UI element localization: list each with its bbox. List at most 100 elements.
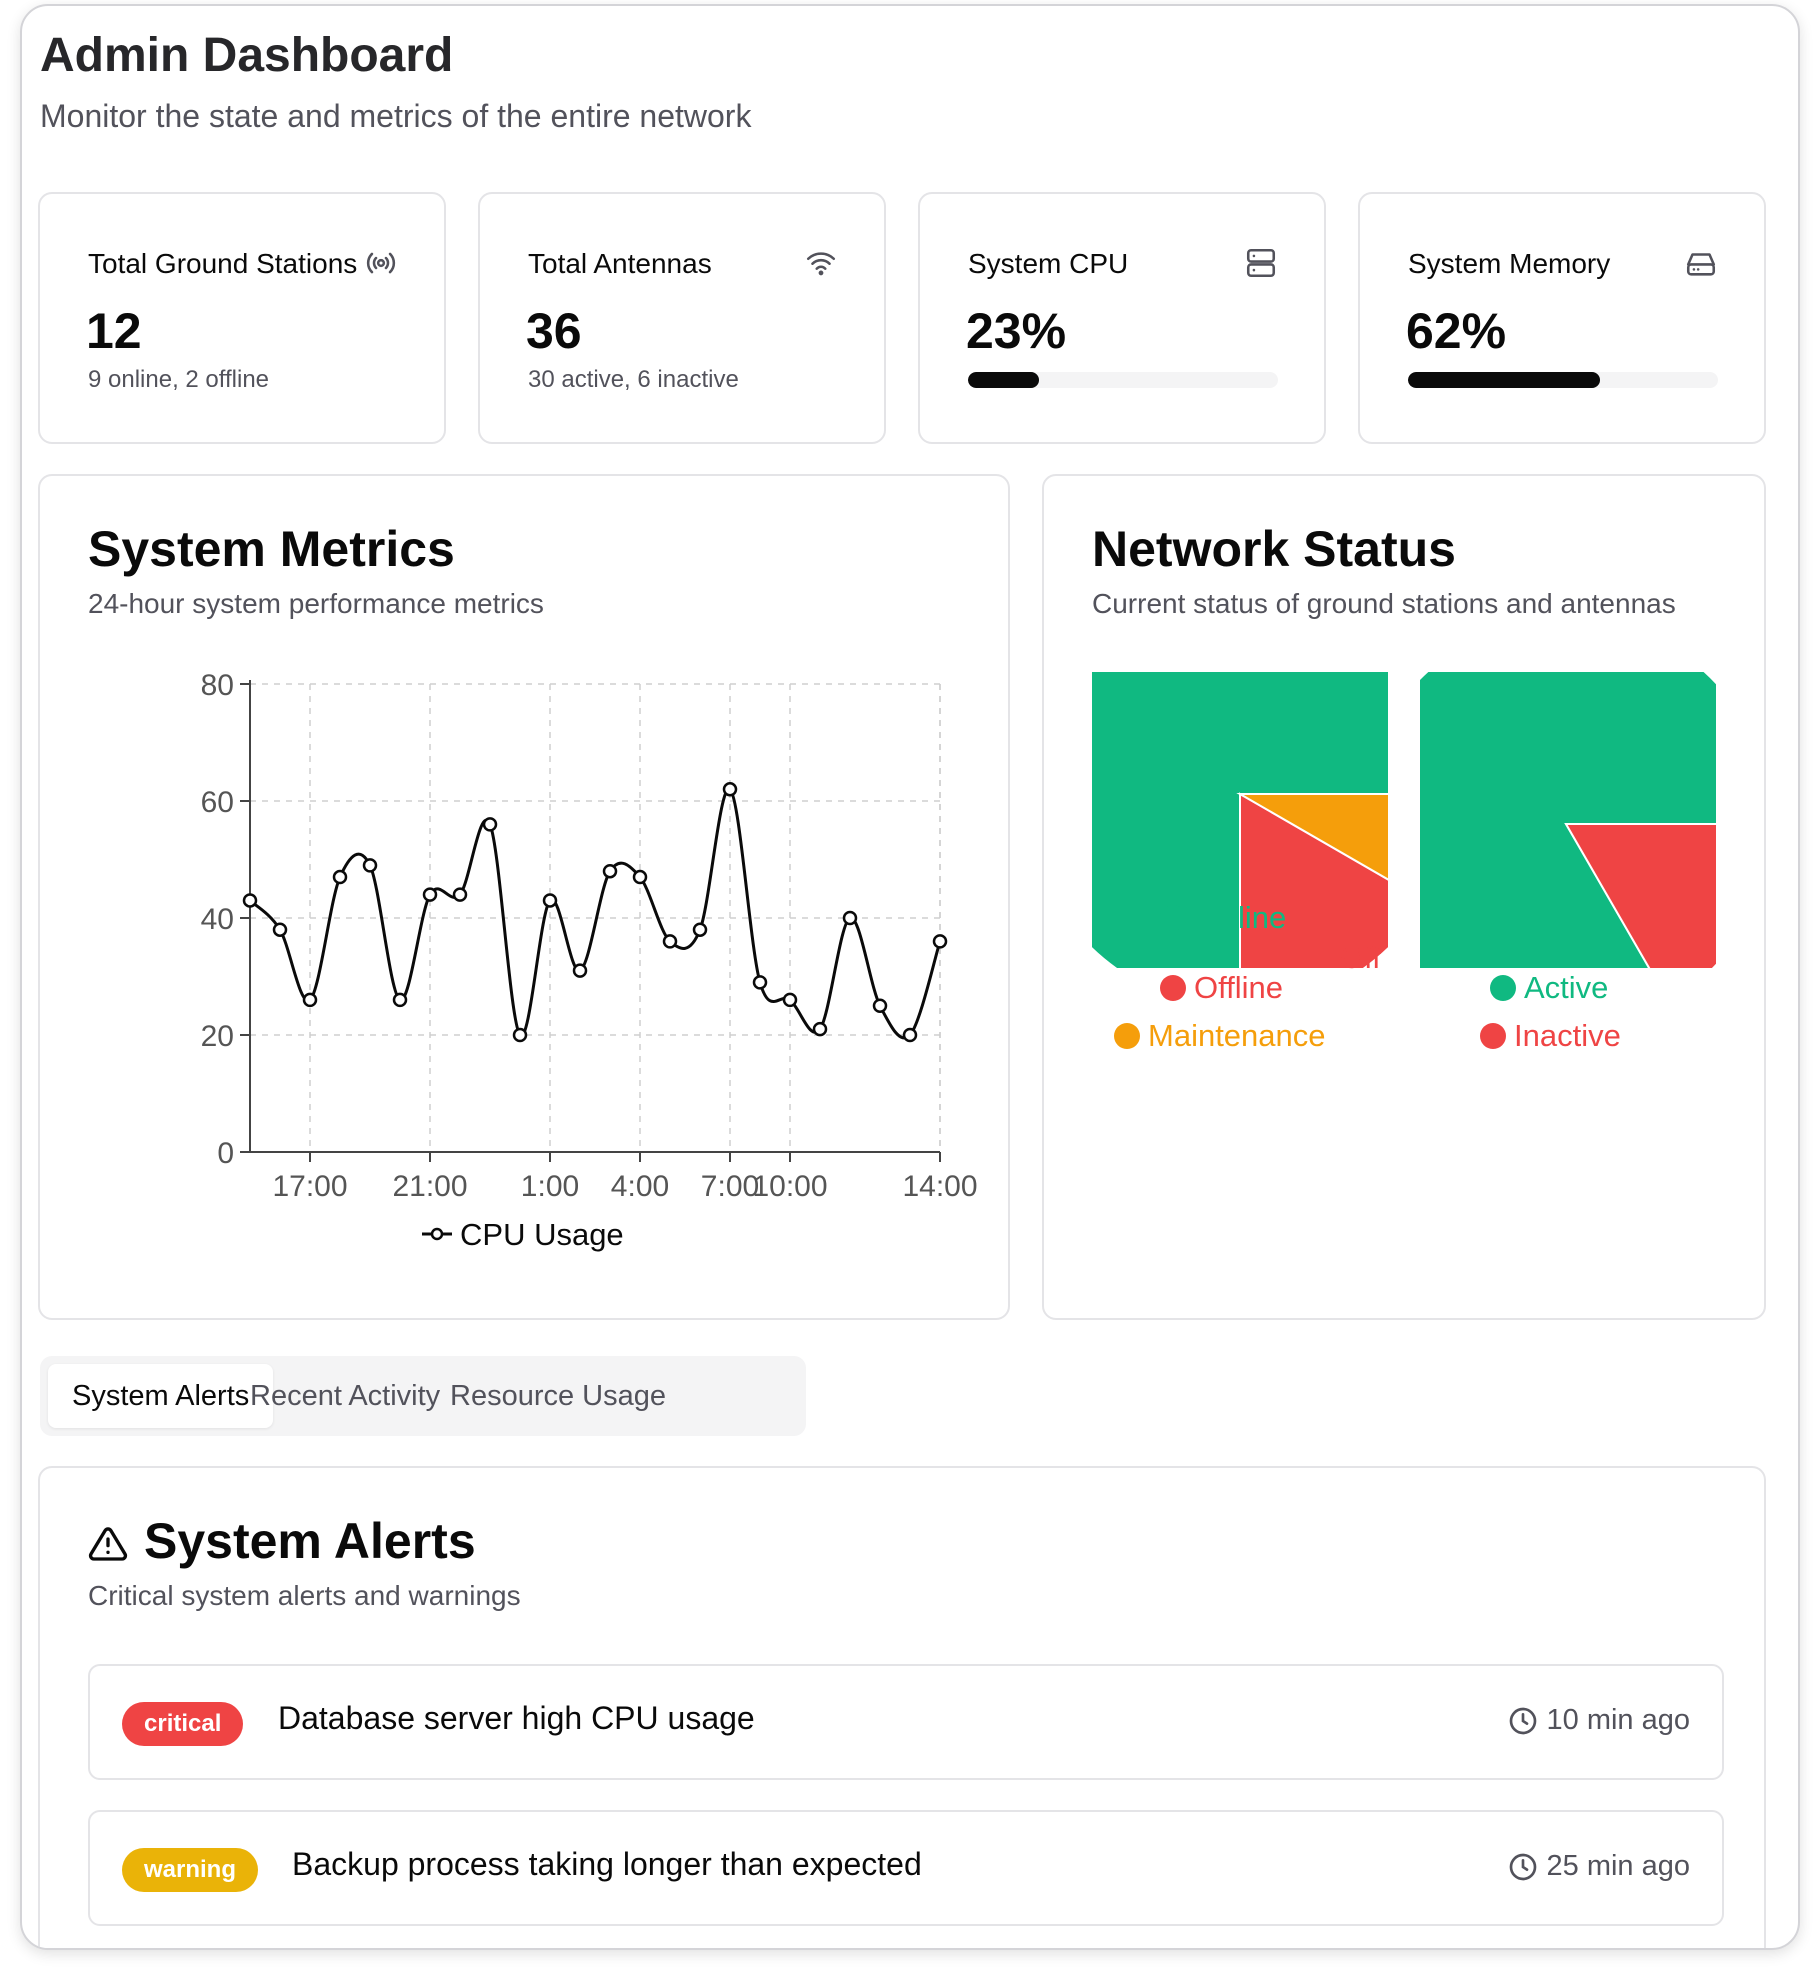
data-point [392,992,408,1008]
online-dot [1160,905,1186,931]
data-point [812,1021,828,1037]
x-tick-label: 1:00 [521,1170,579,1203]
memory-label: System Memory [1408,248,1611,279]
system-alerts-subtitle: Critical system alerts and warnings [88,1580,521,1611]
maintenance-dot [1114,1023,1140,1049]
antennas-label: Total Antennas [528,248,712,279]
cpu-card: System CPU 23% [918,192,1326,444]
severity-badge: warning [122,1848,259,1892]
alert-triangle-icon [88,1527,128,1561]
alert-message: Backup process taking longer than expect… [292,1846,922,1882]
memory-value: 62% [1406,303,1507,359]
ground-stations-note: 9 online, 2 offline [88,366,270,393]
clock-icon [1509,1707,1536,1734]
x-tick-label: 7:00 [701,1170,759,1203]
hard-drive-icon [1686,253,1716,276]
data-point [932,934,948,949]
offline-dot [1160,975,1186,1001]
data-point [272,922,288,937]
stations-legend-online-partial: line [1160,900,1286,936]
x-tick-label: 10:00 [752,1170,827,1203]
clock-icon [1509,1853,1536,1880]
network-pie-charts [1092,672,1716,968]
memory-progress-fill [1408,372,1601,388]
system-alerts-panel: System Alerts Critical system alerts and… [38,1466,1766,1948]
x-tick-label: 21:00 [392,1170,467,1203]
data-point [422,887,438,902]
data-point [572,963,588,978]
ground-stations-card: Total Ground Stations 12 9 online, 2 off… [38,192,446,444]
cpu-usage-line [248,787,942,1040]
data-point [332,869,348,885]
data-point [722,782,738,797]
offline-label: Offline [1194,970,1284,1005]
severity-badge: critical [122,1702,244,1746]
data-point [242,893,258,908]
y-tick-label: 0 [217,1137,234,1170]
system-metrics-panel: System Metrics 24-hour system performanc… [38,474,1010,1320]
cpu-label: System CPU [968,248,1129,279]
network-status-panel: Network Status Current status of ground … [1042,474,1766,1320]
maintenance-label: Maintenance [1148,1018,1326,1053]
ground-stations-pie [1092,672,1388,968]
page-subtitle: Monitor the state and metrics of the ent… [40,98,752,134]
data-point [602,863,618,879]
data-point [782,992,798,1008]
chart-legend: CPU Usage [422,1217,624,1252]
legend-marker-icon [430,1227,444,1241]
radio-icon [366,252,396,274]
data-point [662,934,678,949]
y-tick-label: 60 [201,786,234,819]
cpu-progress-fill [968,372,1040,388]
alert-time: 10 min ago [1507,1704,1691,1737]
antennas-pie [1420,672,1716,968]
page-title: Admin Dashboard [40,29,454,82]
y-tick-label: 40 [201,903,234,936]
data-point [362,858,378,873]
inactive-label: Inactive [1514,1018,1621,1053]
antennas-value: 36 [526,303,582,359]
dashboard-window: Admin Dashboard Monitor the state and me… [20,4,1800,1950]
stations-legend-offline: Offline [1160,970,1283,1006]
alert-time-text: 25 min ago [1546,1850,1691,1882]
data-point [842,910,858,926]
data-point [482,817,498,832]
ground-stations-label: Total Ground Stations [88,248,358,279]
memory-progress-bar [1408,372,1718,388]
active-dot [1490,975,1516,1001]
data-point [632,869,648,885]
tab-resource-usage[interactable]: Resource Usage [426,1364,690,1428]
data-point [302,992,318,1008]
antennas-card: Total Antennas 36 30 active, 6 inactive [478,192,886,444]
wifi-icon [806,252,836,276]
data-point [752,975,768,990]
y-tick-label: 20 [201,1020,234,1053]
alert-item[interactable]: warning Backup process taking longer tha… [88,1810,1724,1926]
alert-time-text: 10 min ago [1546,1704,1691,1736]
alert-item[interactable]: critical Database server high CPU usage … [88,1664,1724,1780]
cpu-line-chart: 0 20 40 60 80 17:00 21:00 1:00 4:00 7:0010:00 14:0… [201,669,978,1252]
y-tick-label: 80 [201,669,234,702]
memory-card: System Memory 62% [1358,192,1766,444]
antennas-legend-active: Active [1490,970,1608,1006]
stations-offline-partial-label: Off [1340,940,1381,975]
data-point [902,1027,918,1043]
online-partial-label: line [1238,900,1287,935]
alert-time: 25 min ago [1507,1850,1691,1883]
x-tick-label: 17:00 [272,1170,347,1203]
cpu-value: 23% [966,303,1067,359]
active-label: Active [1524,970,1609,1005]
antennas-legend-inactive: Inactive [1480,1018,1621,1054]
tab-bar: System Alerts Recent Activity Resource U… [40,1356,806,1436]
x-tick-label: 4:00 [611,1170,669,1203]
system-alerts-title: System Alerts [144,1513,476,1569]
data-point [692,922,708,937]
x-tick-label: 14:00 [902,1170,977,1203]
data-point [542,893,558,908]
alert-message: Database server high CPU usage [278,1700,755,1736]
cpu-progress-bar [968,372,1278,388]
legend-label: CPU Usage [460,1217,624,1252]
data-point [512,1027,528,1043]
data-point [452,887,468,902]
data-point [872,998,888,1013]
